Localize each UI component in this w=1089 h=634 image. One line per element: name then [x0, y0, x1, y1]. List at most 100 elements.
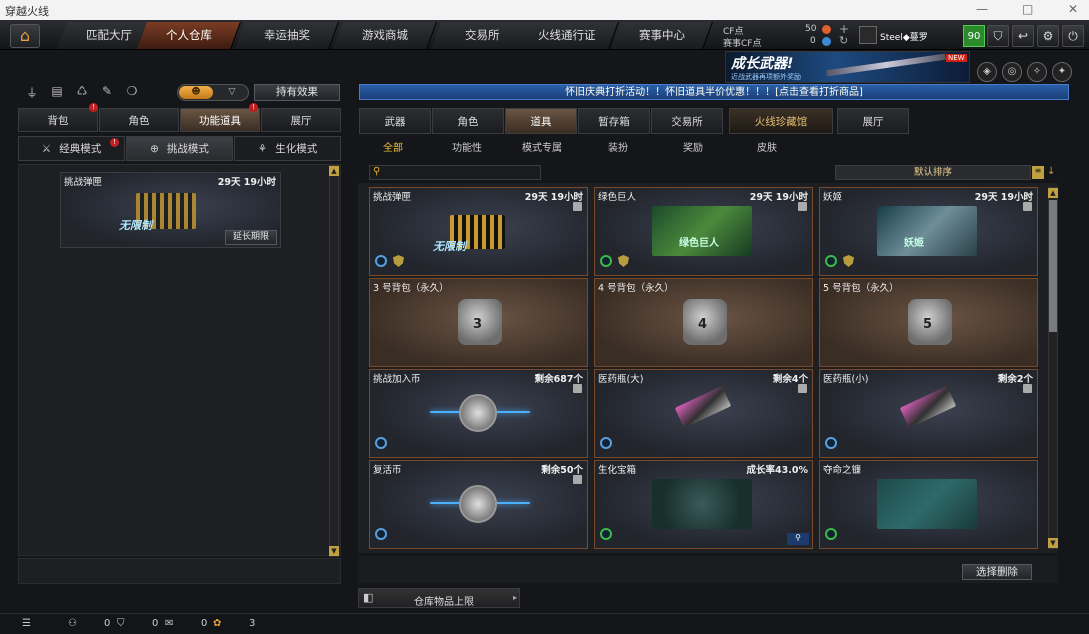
menu-icon[interactable]: ☰ — [22, 618, 31, 629]
right-tab-2[interactable]: 道具 — [505, 108, 577, 134]
nav-tab-label: 火线通行证 — [537, 28, 596, 42]
item-card[interactable]: 生化宝箱 成长率43.0% ⚲ — [594, 460, 813, 549]
item-card[interactable]: 妖姬 29天 19小时 妖姬 — [819, 187, 1038, 276]
scroll-up-icon[interactable]: ▲ — [329, 166, 339, 176]
delete-select-button[interactable]: 选择删除 — [962, 564, 1032, 580]
view-toggle[interactable]: ☻ ▽ — [177, 84, 249, 101]
item-name: 挑战弹匣 — [64, 177, 103, 188]
nav-tab-2[interactable]: 幸运抽奖 — [235, 22, 339, 49]
shield-icon[interactable]: ⛉ — [987, 25, 1009, 47]
search-input[interactable] — [369, 165, 541, 180]
event-icon-1[interactable]: ◈ — [977, 62, 997, 82]
match-cf-label: 赛事CF点 — [723, 39, 762, 49]
subtab-5[interactable]: 皮肤 — [757, 139, 777, 154]
nav-tab-label: 匹配大厅 — [85, 28, 132, 42]
friends-icon[interactable]: ⚇ — [68, 618, 77, 629]
item-card[interactable]: 5 号背包（永久） 5 — [819, 278, 1038, 367]
scroll-thumb[interactable] — [1049, 200, 1057, 332]
maximize-icon[interactable]: □ — [1022, 2, 1033, 16]
exit-room-icon[interactable]: ↩ — [1012, 25, 1034, 47]
subtab-0[interactable]: 全部 — [383, 139, 403, 154]
bottom-bar: ☰ ⚇ 0 ⛉ 0 ✉ 0 ✿ 3 — [0, 613, 1089, 634]
lock-icon — [1023, 384, 1032, 393]
event-icon-3[interactable]: ✧ — [1027, 62, 1047, 82]
recycle-icon[interactable]: ♺ — [72, 84, 92, 102]
right-tab-5[interactable]: 火线珍藏馆 — [729, 108, 833, 134]
scroll-down-icon[interactable]: ▼ — [1048, 538, 1058, 548]
nav-tab-3[interactable]: 游戏商城 — [333, 22, 437, 49]
sort-order-icon[interactable]: ↓ — [1047, 166, 1057, 179]
event-icon-2[interactable]: ◎ — [1002, 62, 1022, 82]
left-tab-1[interactable]: 角色 — [99, 108, 179, 132]
sort-dropdown[interactable]: 默认排序 — [835, 165, 1031, 180]
lock-icon — [1023, 202, 1032, 211]
nav-tab-label: 幸运抽奖 — [263, 28, 310, 42]
nav-tab-5[interactable]: 火线通行证 — [515, 22, 619, 49]
item-card[interactable]: 挑战加入币 剩余687个 — [369, 369, 588, 458]
item-card[interactable]: 夺命之镰 — [819, 460, 1038, 549]
home-button[interactable]: ⌂ — [10, 24, 40, 48]
subtab-2[interactable]: 模式专属 — [522, 139, 562, 154]
right-tab-1[interactable]: 角色 — [432, 108, 504, 134]
item-card[interactable]: 挑战弹匣 29天 19小时 无限制 — [369, 187, 588, 276]
capacity-bar[interactable]: ◧ 仓库物品上限 ▸ — [358, 588, 520, 608]
right-tab-4[interactable]: 交易所 — [651, 108, 723, 134]
left-item-card[interactable]: 挑战弹匣 29天 19小时 无限制 延长期限 — [60, 172, 281, 248]
right-footer — [358, 556, 1058, 583]
promo-notice[interactable]: 怀旧庆典打折活动！！怀旧道具半价优惠！！！[点击查看打折商品] — [359, 84, 1069, 100]
gear-icon[interactable]: ⚙ — [1037, 25, 1059, 47]
mode-tab-1[interactable]: ⊕ 挑战模式 — [126, 136, 233, 161]
subtab-1[interactable]: 功能性 — [452, 139, 482, 154]
off-toggle-icon[interactable]: ⏚ — [22, 84, 42, 102]
search-icon[interactable]: ⚲ — [787, 533, 809, 545]
nav-tab-1[interactable]: 个人仓库 — [137, 22, 241, 49]
item-card[interactable]: 医药瓶(小) 剩余2个 — [819, 369, 1038, 458]
clan-icon[interactable]: ⛉ — [117, 618, 125, 629]
right-tab-6[interactable]: 展厅 — [837, 108, 909, 134]
left-tab-3[interactable]: 展厅 — [261, 108, 341, 132]
effect-button[interactable]: 持有效果 — [254, 84, 340, 101]
mode-tab-2[interactable]: ⚘ 生化模式 — [234, 136, 341, 161]
left-tab-0[interactable]: 背包 — [18, 108, 98, 132]
close-icon[interactable]: ✕ — [1068, 2, 1078, 16]
mode-icon: ⚔ — [41, 143, 52, 155]
mode-badge-icon — [600, 255, 612, 267]
minimize-icon[interactable]: — — [976, 2, 988, 16]
paint-icon[interactable]: ✎ — [97, 84, 117, 102]
bag-icon[interactable]: ❍ — [122, 84, 142, 102]
alert-dot: ! — [89, 103, 98, 112]
lock-icon — [798, 202, 807, 211]
item-card[interactable]: 医药瓶(大) 剩余4个 — [594, 369, 813, 458]
gift-icon[interactable]: ✿ — [213, 618, 221, 629]
item-card[interactable]: 4 号背包（永久） 4 — [594, 278, 813, 367]
subtab-3[interactable]: 装扮 — [608, 139, 628, 154]
mode-tab-0[interactable]: ⚔ 经典模式 — [18, 136, 125, 161]
subtab-4[interactable]: 奖励 — [683, 139, 703, 154]
power-icon[interactable]: ⏻ — [1062, 25, 1084, 47]
event-icon-4[interactable]: ✦ — [1052, 62, 1072, 82]
banner-subtitle: 近战武器再项额外奖励 — [731, 73, 801, 81]
right-tab-3[interactable]: 暂存箱 — [578, 108, 650, 134]
scroll-up-icon[interactable]: ▲ — [1048, 188, 1058, 198]
refresh-icon[interactable]: ↻ — [839, 34, 848, 47]
item-card[interactable]: 3 号背包（永久） 3 — [369, 278, 588, 367]
promo-banner[interactable]: 成长武器! 近战武器再项额外奖励 NEW — [725, 51, 970, 83]
currency-panel: CF点 赛事CF点 50 0 + ↻ — [720, 22, 855, 49]
stats-icon[interactable]: ▤ — [47, 84, 67, 102]
right-tab-0[interactable]: 武器 — [359, 108, 431, 134]
right-scrollbar[interactable]: ▲ ▼ — [1048, 187, 1058, 549]
nav-tab-6[interactable]: 赛事中心 — [611, 22, 713, 49]
list-view-icon[interactable]: ≡ — [1032, 166, 1044, 179]
extend-button[interactable]: 延长期限 — [225, 230, 277, 245]
item-card[interactable]: 绿色巨人 29天 19小时 绿色巨人 — [594, 187, 813, 276]
scythe-image — [877, 479, 977, 529]
game-window: 穿越火线 — □ ✕ ⌂ 匹配大厅 个人仓库 幸运抽奖 游戏商城 交易所 火线通行证 赛事中… — [0, 0, 1089, 634]
scroll-down-icon[interactable]: ▼ — [329, 546, 339, 556]
left-tab-2[interactable]: 功能道具 — [180, 108, 260, 132]
item-card[interactable]: 复活币 剩余50个 — [369, 460, 588, 549]
avatar[interactable] — [859, 26, 877, 44]
chat-icon[interactable]: ✉ — [165, 618, 173, 629]
mode-badge-icon — [600, 437, 612, 449]
medkit-gun-image — [674, 386, 732, 428]
left-scrollbar[interactable]: ▲ ▼ — [329, 165, 339, 557]
